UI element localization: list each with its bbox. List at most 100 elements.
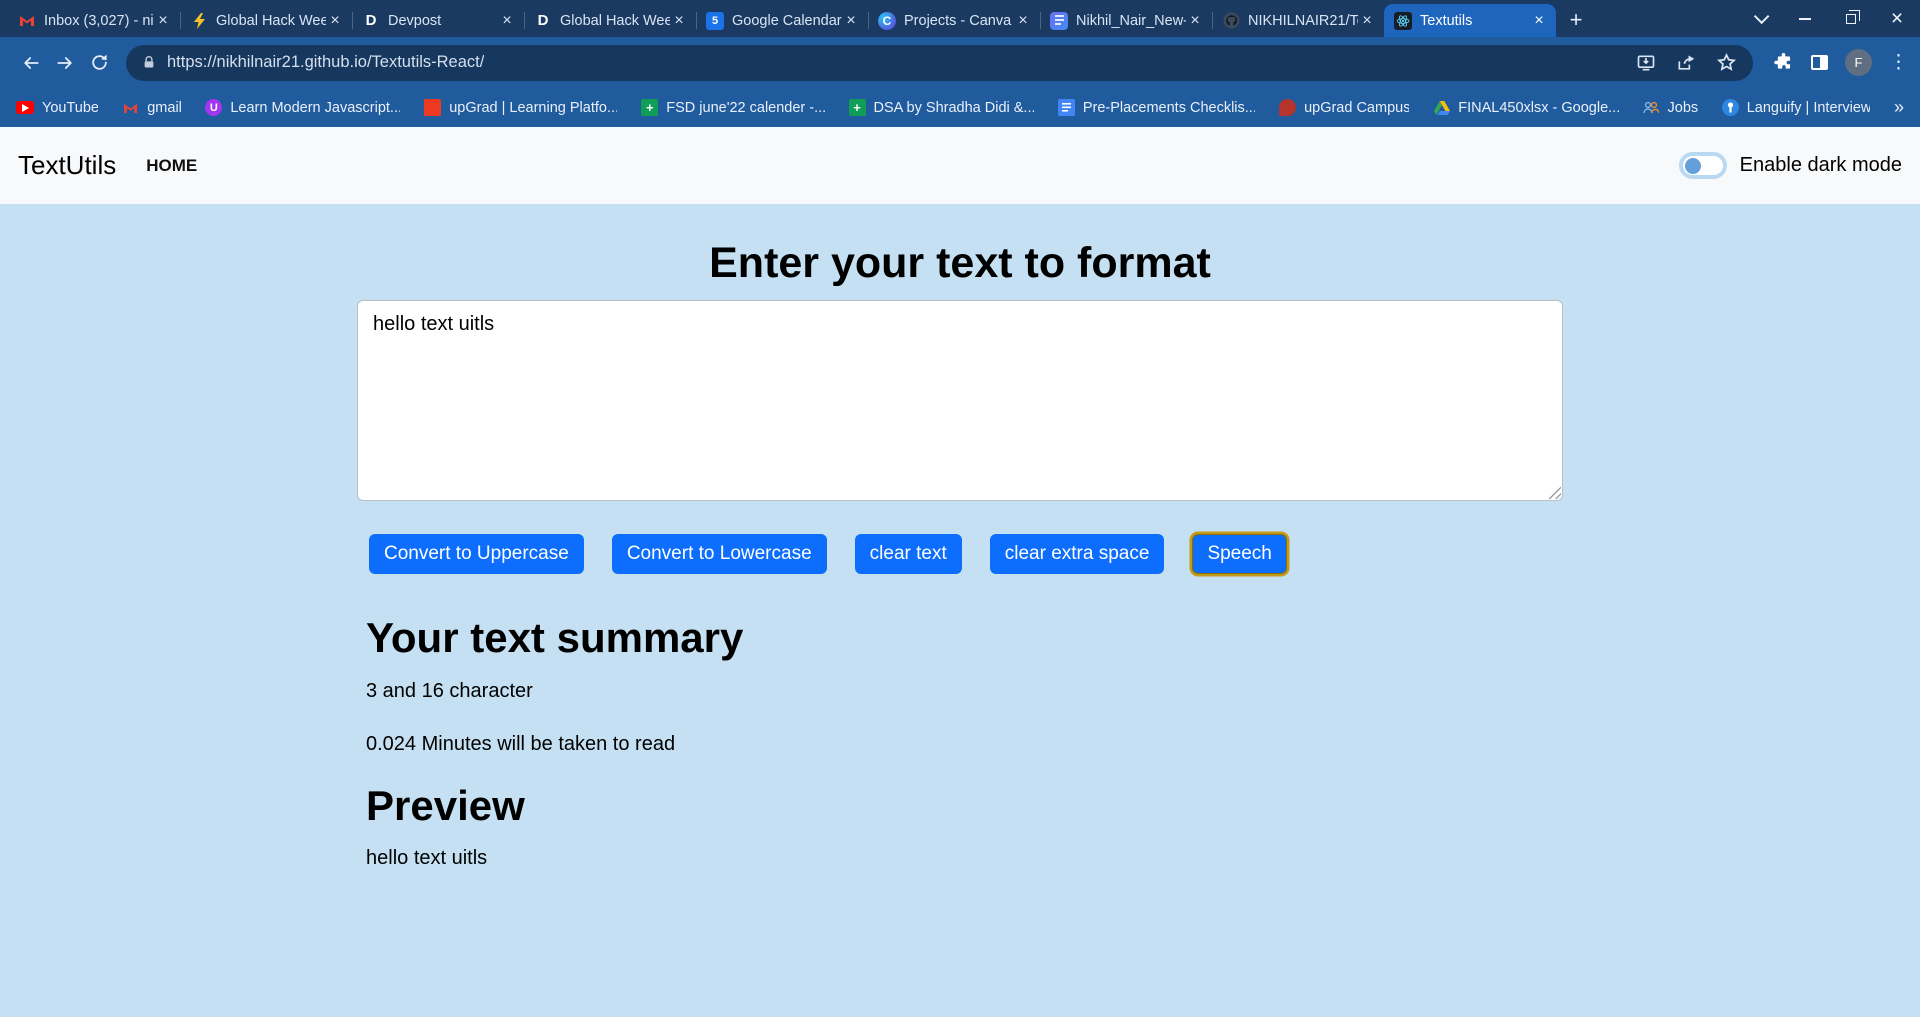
page-title: Enter your text to format	[0, 204, 1920, 288]
text-input-area[interactable]: hello text uitls	[357, 300, 1563, 501]
bookmark-upgrad-campus[interactable]: upGrad Campus	[1279, 99, 1409, 116]
bookmark-preplacement-checklist[interactable]: Pre-Placements Checklis...	[1058, 99, 1255, 116]
action-buttons: Convert to Uppercase Convert to Lowercas…	[369, 534, 1563, 574]
tab-label: Google Calendar	[732, 13, 842, 29]
bookmark-modern-javascript[interactable]: U Learn Modern Javascript...	[205, 99, 400, 116]
bookmark-languify[interactable]: Languify | Interview	[1722, 99, 1870, 116]
close-icon[interactable]	[1014, 12, 1032, 30]
tab-canva[interactable]: C Projects - Canva	[868, 4, 1040, 37]
reload-icon	[90, 53, 109, 72]
close-icon[interactable]	[326, 12, 344, 30]
devpost-icon: D	[362, 12, 380, 30]
bookmark-label: upGrad Campus	[1304, 100, 1409, 116]
tab-label: Global Hack Wee	[560, 13, 670, 29]
languify-icon	[1722, 99, 1739, 116]
google-drive-icon	[1433, 99, 1450, 116]
back-button[interactable]	[14, 46, 48, 80]
back-icon	[21, 53, 41, 73]
udemy-icon: U	[205, 99, 222, 116]
google-docs-icon	[1058, 99, 1075, 116]
omnibox-actions	[1636, 52, 1737, 73]
forward-icon	[55, 53, 75, 73]
clear-text-button[interactable]: clear text	[855, 534, 962, 574]
convert-uppercase-button[interactable]: Convert to Uppercase	[369, 534, 584, 574]
tab-devpost[interactable]: D Devpost	[352, 4, 524, 37]
preview-title: Preview	[366, 782, 1563, 830]
bookmark-gmail[interactable]: gmail	[122, 99, 181, 116]
forward-button[interactable]	[48, 46, 82, 80]
tab-global-hack-week-2[interactable]: D Global Hack Wee	[524, 4, 696, 37]
bookmark-label: FINAL450xlsx - Google...	[1458, 100, 1618, 116]
speech-button[interactable]: Speech	[1192, 534, 1286, 574]
reload-button[interactable]	[82, 46, 116, 80]
tab-resume-pdf[interactable]: Nikhil_Nair_New-R	[1040, 4, 1212, 37]
close-icon[interactable]	[1530, 12, 1548, 30]
tab-strip: Inbox (3,027) - ni Global Hack Wee D Dev…	[0, 0, 1920, 37]
summary-word-char-count: 3 and 16 character	[366, 680, 1563, 703]
extensions-puzzle-icon[interactable]	[1773, 52, 1794, 73]
bookmark-label: DSA by Shradha Didi &...	[874, 100, 1034, 116]
tab-label: Global Hack Wee	[216, 13, 326, 29]
new-tab-button[interactable]: +	[1562, 6, 1590, 34]
browser-toolbar: https://nikhilnair21.github.io/Textutils…	[0, 37, 1920, 88]
app-navbar: TextUtils HOME Enable dark mode	[0, 127, 1920, 204]
toggle-knob-icon	[1685, 158, 1701, 174]
tab-label: Devpost	[388, 13, 498, 29]
upgrad-campus-icon	[1279, 99, 1296, 116]
close-icon[interactable]	[498, 12, 516, 30]
close-icon[interactable]	[154, 12, 172, 30]
tab-github[interactable]: NIKHILNAIR21/Te	[1212, 4, 1384, 37]
app-brand[interactable]: TextUtils	[18, 150, 116, 181]
close-icon[interactable]	[1186, 12, 1204, 30]
profile-avatar[interactable]: F	[1845, 49, 1872, 76]
minimize-icon	[1799, 18, 1811, 20]
bookmark-upgrad-platform[interactable]: upGrad | Learning Platfo...	[424, 99, 617, 116]
tab-label: Projects - Canva	[904, 13, 1014, 29]
minimize-button[interactable]	[1782, 0, 1828, 37]
close-icon[interactable]	[1358, 12, 1376, 30]
bookmark-jobs[interactable]: Jobs	[1643, 99, 1698, 116]
bookmark-label: YouTube	[42, 100, 98, 116]
dark-mode-control: Enable dark mode	[1679, 152, 1902, 179]
bookmark-dsa-sheet[interactable]: + DSA by Shradha Didi &...	[849, 99, 1034, 116]
restore-button[interactable]	[1828, 0, 1874, 37]
bookmark-fsd-calendar[interactable]: + FSD june'22 calender -...	[641, 99, 824, 116]
tab-global-hack-week[interactable]: Global Hack Wee	[180, 4, 352, 37]
url-text: https://nikhilnair21.github.io/Textutils…	[167, 53, 484, 72]
lock-icon	[142, 55, 156, 70]
bookmark-star-icon[interactable]	[1716, 52, 1737, 73]
bookmark-label: Pre-Placements Checklis...	[1083, 100, 1255, 116]
summary-title: Your text summary	[366, 614, 1563, 662]
side-panel-icon[interactable]	[1811, 55, 1828, 70]
tab-google-calendar[interactable]: 5 Google Calendar	[696, 4, 868, 37]
close-icon[interactable]	[842, 12, 860, 30]
nav-home-link[interactable]: HOME	[146, 156, 197, 176]
browser-window: Inbox (3,027) - ni Global Hack Wee D Dev…	[0, 0, 1920, 1027]
tab-label: NIKHILNAIR21/Te	[1248, 13, 1358, 29]
address-bar[interactable]: https://nikhilnair21.github.io/Textutils…	[126, 45, 1753, 81]
menu-dots-icon[interactable]	[1889, 51, 1908, 74]
gmail-icon	[122, 99, 139, 116]
bookmarks-overflow-chevron-icon[interactable]: »	[1894, 97, 1904, 118]
clear-extra-space-button[interactable]: clear extra space	[990, 534, 1165, 574]
github-icon	[1222, 12, 1240, 30]
convert-lowercase-button[interactable]: Convert to Lowercase	[612, 534, 827, 574]
tab-textutils-active[interactable]: Textutils	[1384, 4, 1556, 37]
tab-search-chevron-icon[interactable]	[1736, 0, 1782, 37]
share-icon[interactable]	[1676, 53, 1696, 73]
tab-gmail-inbox[interactable]: Inbox (3,027) - ni	[8, 4, 180, 37]
dark-mode-toggle[interactable]	[1679, 152, 1727, 179]
document-icon	[1050, 12, 1068, 30]
bookmark-youtube[interactable]: YouTube	[16, 100, 98, 116]
close-window-button[interactable]	[1874, 0, 1920, 37]
toolbar-right: F	[1763, 49, 1908, 76]
bookmarks-bar: YouTube gmail U Learn Modern Javascript.…	[0, 88, 1920, 127]
bookmark-label: upGrad | Learning Platfo...	[449, 100, 617, 116]
lightning-icon	[190, 12, 208, 30]
install-app-icon[interactable]	[1636, 53, 1656, 73]
close-icon[interactable]	[670, 12, 688, 30]
bookmark-label: Jobs	[1668, 100, 1698, 116]
bookmark-final450[interactable]: FINAL450xlsx - Google...	[1433, 99, 1618, 116]
window-controls	[1736, 0, 1920, 37]
youtube-icon	[16, 101, 34, 114]
